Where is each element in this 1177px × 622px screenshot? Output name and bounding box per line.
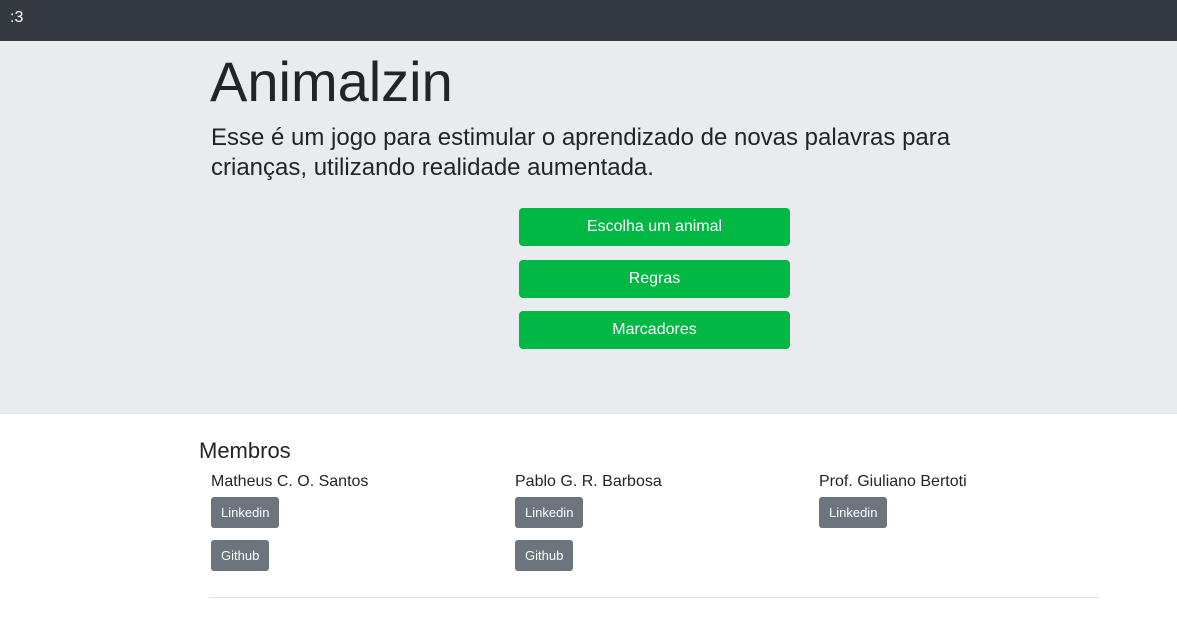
member-card-giuliano: Prof. Giuliano Bertoti Linkedin [819, 472, 967, 528]
footer-divider [210, 597, 1099, 598]
member-name: Matheus C. O. Santos [211, 473, 369, 490]
hero-jumbotron: Animalzin Esse é um jogo para estimular … [0, 41, 1177, 414]
member-card-pablo: Pablo G. R. Barbosa Linkedin Github [515, 472, 662, 571]
linkedin-button[interactable]: Linkedin [211, 497, 280, 528]
choose-animal-button[interactable]: Escolha um animal [519, 208, 790, 246]
github-button[interactable]: Github [515, 540, 574, 571]
members-heading: Membros [199, 438, 291, 463]
top-navbar: :3 [0, 0, 1177, 41]
navbar-brand[interactable]: :3 [10, 9, 23, 27]
page-title: Animalzin [210, 50, 453, 113]
rules-button[interactable]: Regras [519, 260, 790, 298]
linkedin-button[interactable]: Linkedin [819, 497, 888, 528]
github-button[interactable]: Github [211, 540, 270, 571]
linkedin-button[interactable]: Linkedin [515, 497, 584, 528]
member-card-matheus: Matheus C. O. Santos Linkedin Github [211, 472, 369, 571]
markers-button[interactable]: Marcadores [519, 311, 790, 349]
member-name: Prof. Giuliano Bertoti [819, 473, 967, 490]
hero-description: Esse é um jogo para estimular o aprendiz… [211, 124, 951, 181]
member-name: Pablo G. R. Barbosa [515, 473, 662, 490]
